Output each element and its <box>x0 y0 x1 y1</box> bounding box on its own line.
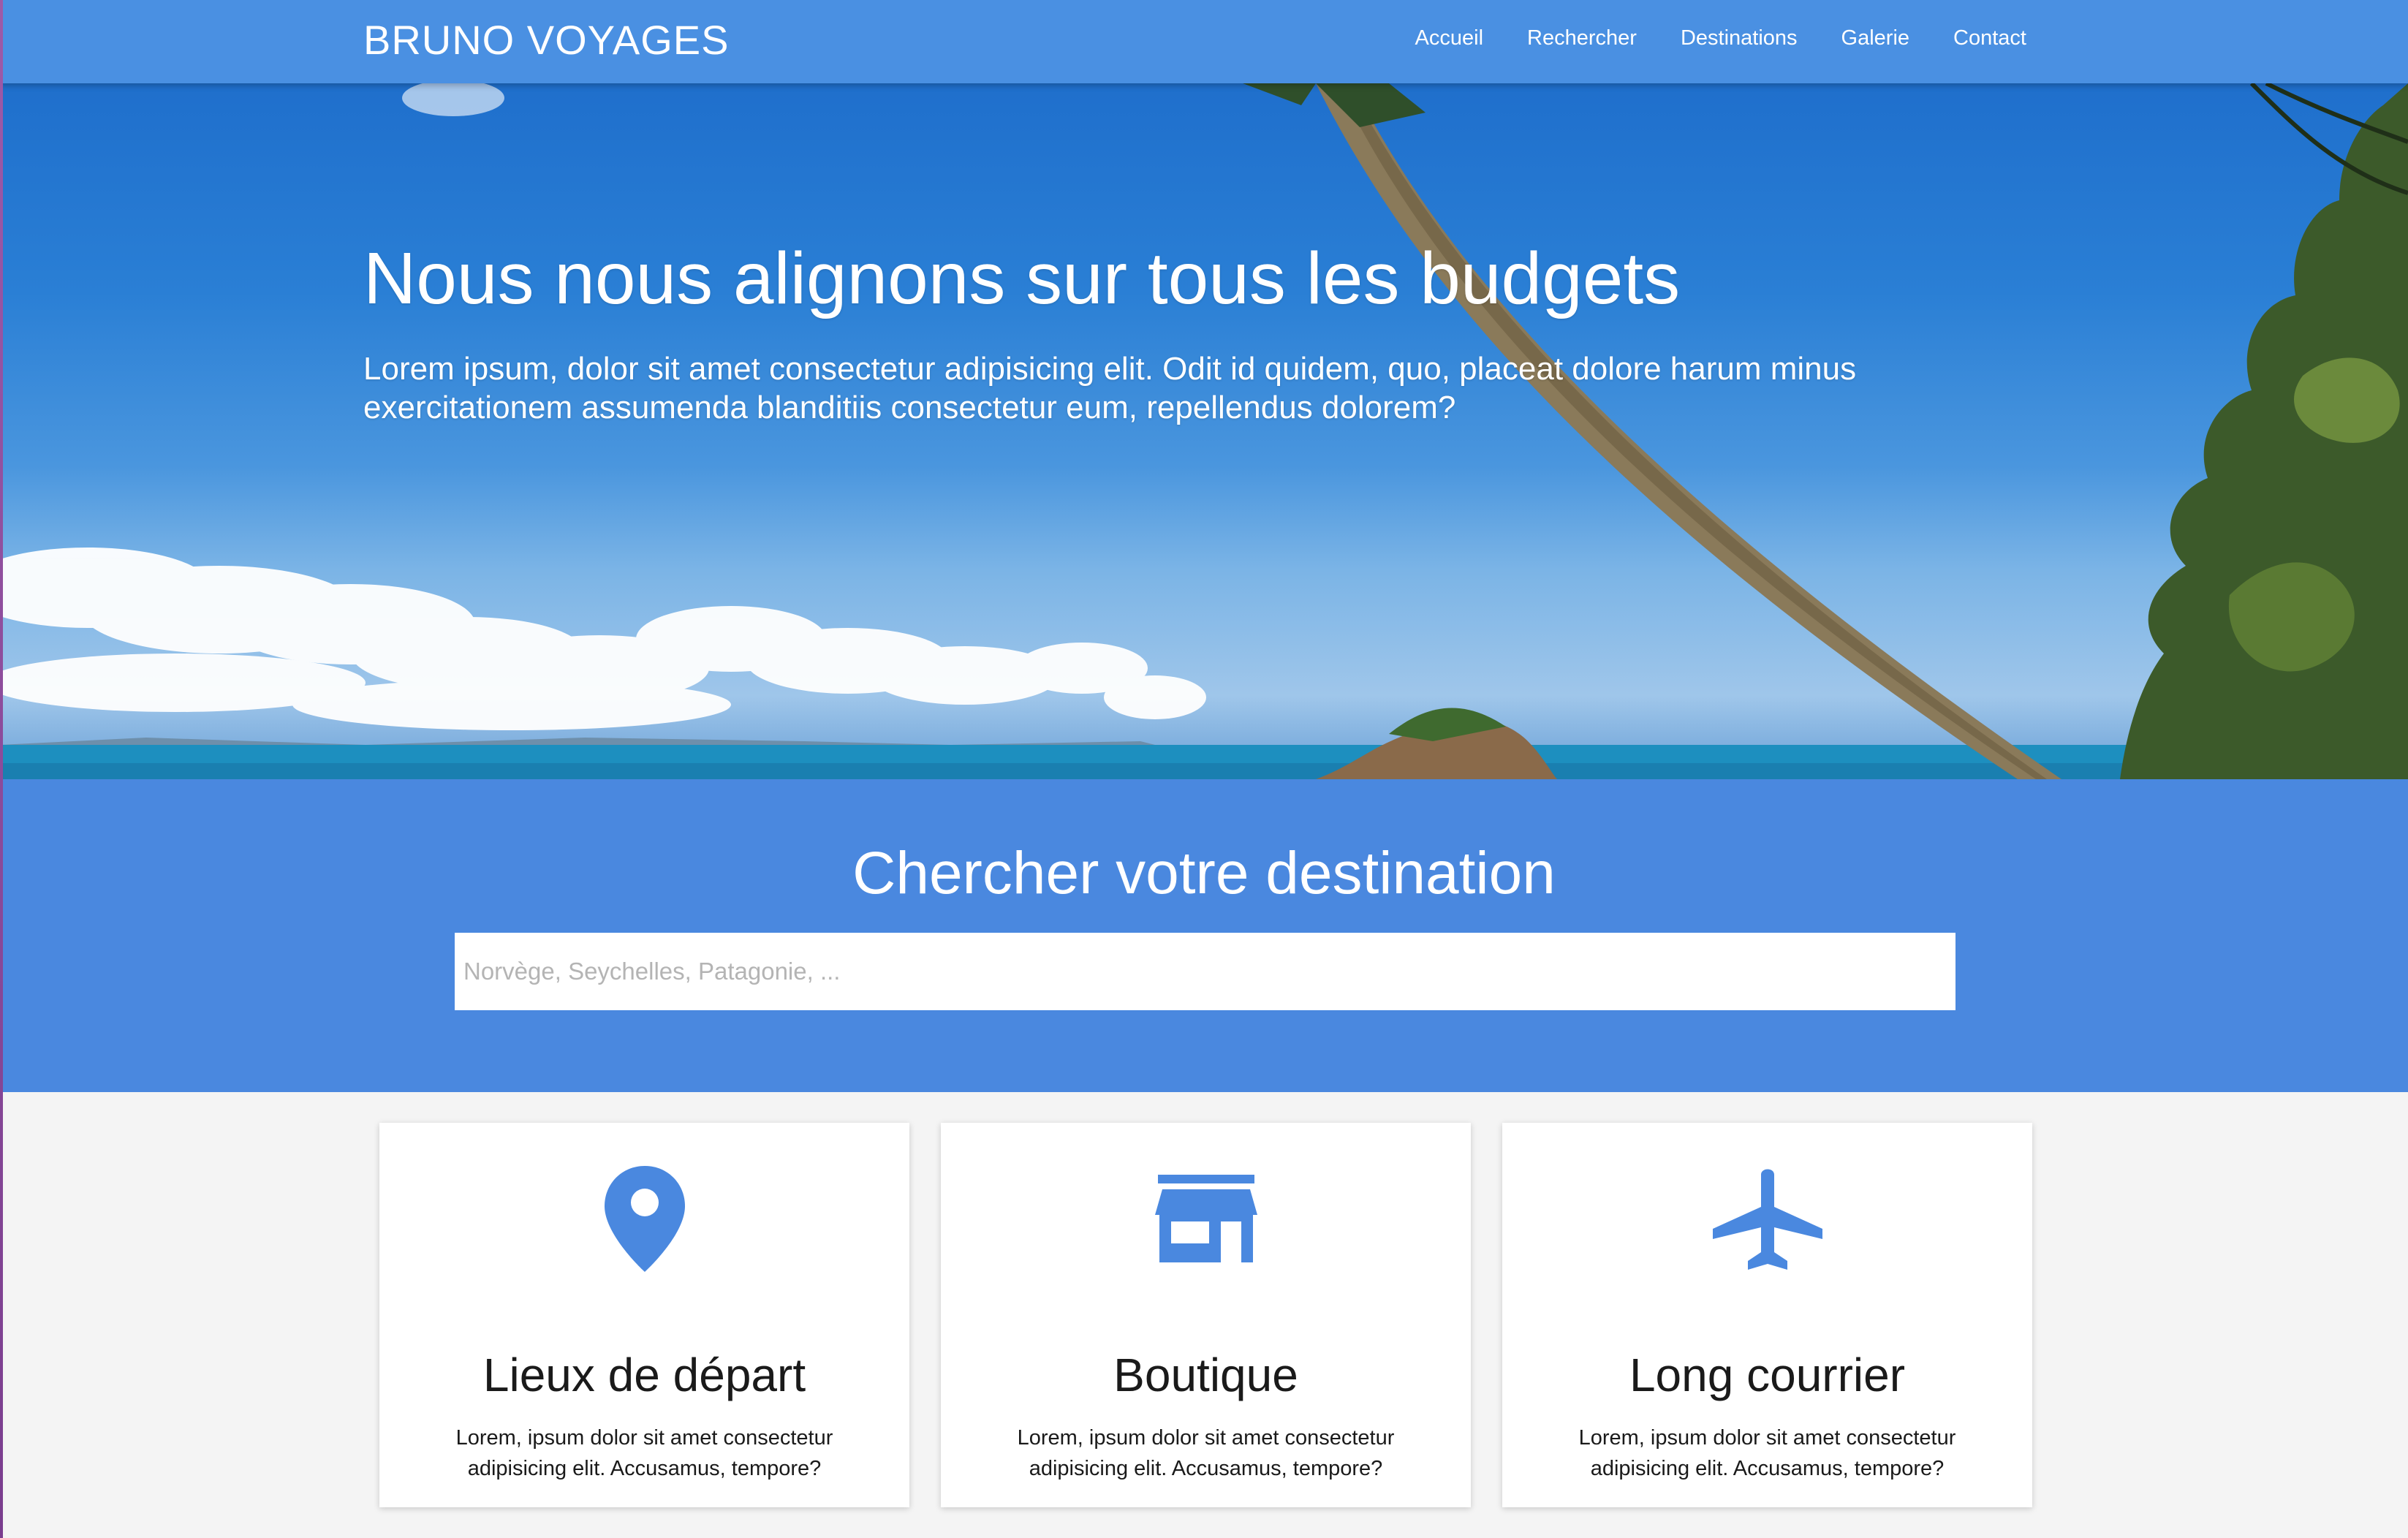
window-edge <box>0 0 3 1538</box>
nav-link-accueil[interactable]: Accueil <box>1415 26 1484 50</box>
brand-logo[interactable]: BRUNO VOYAGES <box>363 16 730 64</box>
search-title: Chercher votre destination <box>852 840 1556 906</box>
card-text: Lorem, ipsum dolor sit amet consectetur … <box>455 1426 833 1480</box>
map-marker-icon <box>379 1164 909 1273</box>
card-lieux-de-depart: Lieux de départ Lorem, ipsum dolor sit a… <box>379 1123 909 1507</box>
card-long-courrier: Long courrier Lorem, ipsum dolor sit ame… <box>1502 1123 2032 1507</box>
card-text: Lorem, ipsum dolor sit amet consectetur … <box>1578 1426 1956 1480</box>
airplane-icon <box>1502 1164 2032 1273</box>
destination-search-input[interactable] <box>455 933 1955 1010</box>
card-boutique: Boutique Lorem, ipsum dolor sit amet con… <box>941 1123 1471 1507</box>
nav-link-galerie[interactable]: Galerie <box>1841 26 1910 50</box>
search-section: Chercher votre destination <box>0 779 2408 1092</box>
hero-background-image <box>0 83 2408 779</box>
nav-link-rechercher[interactable]: Rechercher <box>1527 26 1637 50</box>
card-text: Lorem, ipsum dolor sit amet consectetur … <box>1017 1426 1395 1480</box>
card-title: Boutique <box>1113 1349 1298 1401</box>
nav-link-destinations[interactable]: Destinations <box>1681 26 1798 50</box>
nav-menu: Accueil Rechercher Destinations Galerie … <box>1371 26 2026 50</box>
navbar: BRUNO VOYAGES Accueil Rechercher Destina… <box>0 0 2408 83</box>
hero-title: Nous nous alignons sur tous les budgets <box>363 238 1681 319</box>
card-title: Long courrier <box>1629 1349 1906 1401</box>
store-icon <box>941 1164 1471 1273</box>
nav-link-contact[interactable]: Contact <box>1953 26 2026 50</box>
hero-section: Nous nous alignons sur tous les budgets … <box>0 83 2408 779</box>
features-section: Lieux de départ Lorem, ipsum dolor sit a… <box>0 1092 2408 1538</box>
card-title: Lieux de départ <box>482 1349 806 1401</box>
hero-description: Lorem ipsum, dolor sit amet consectetur … <box>363 351 1857 425</box>
